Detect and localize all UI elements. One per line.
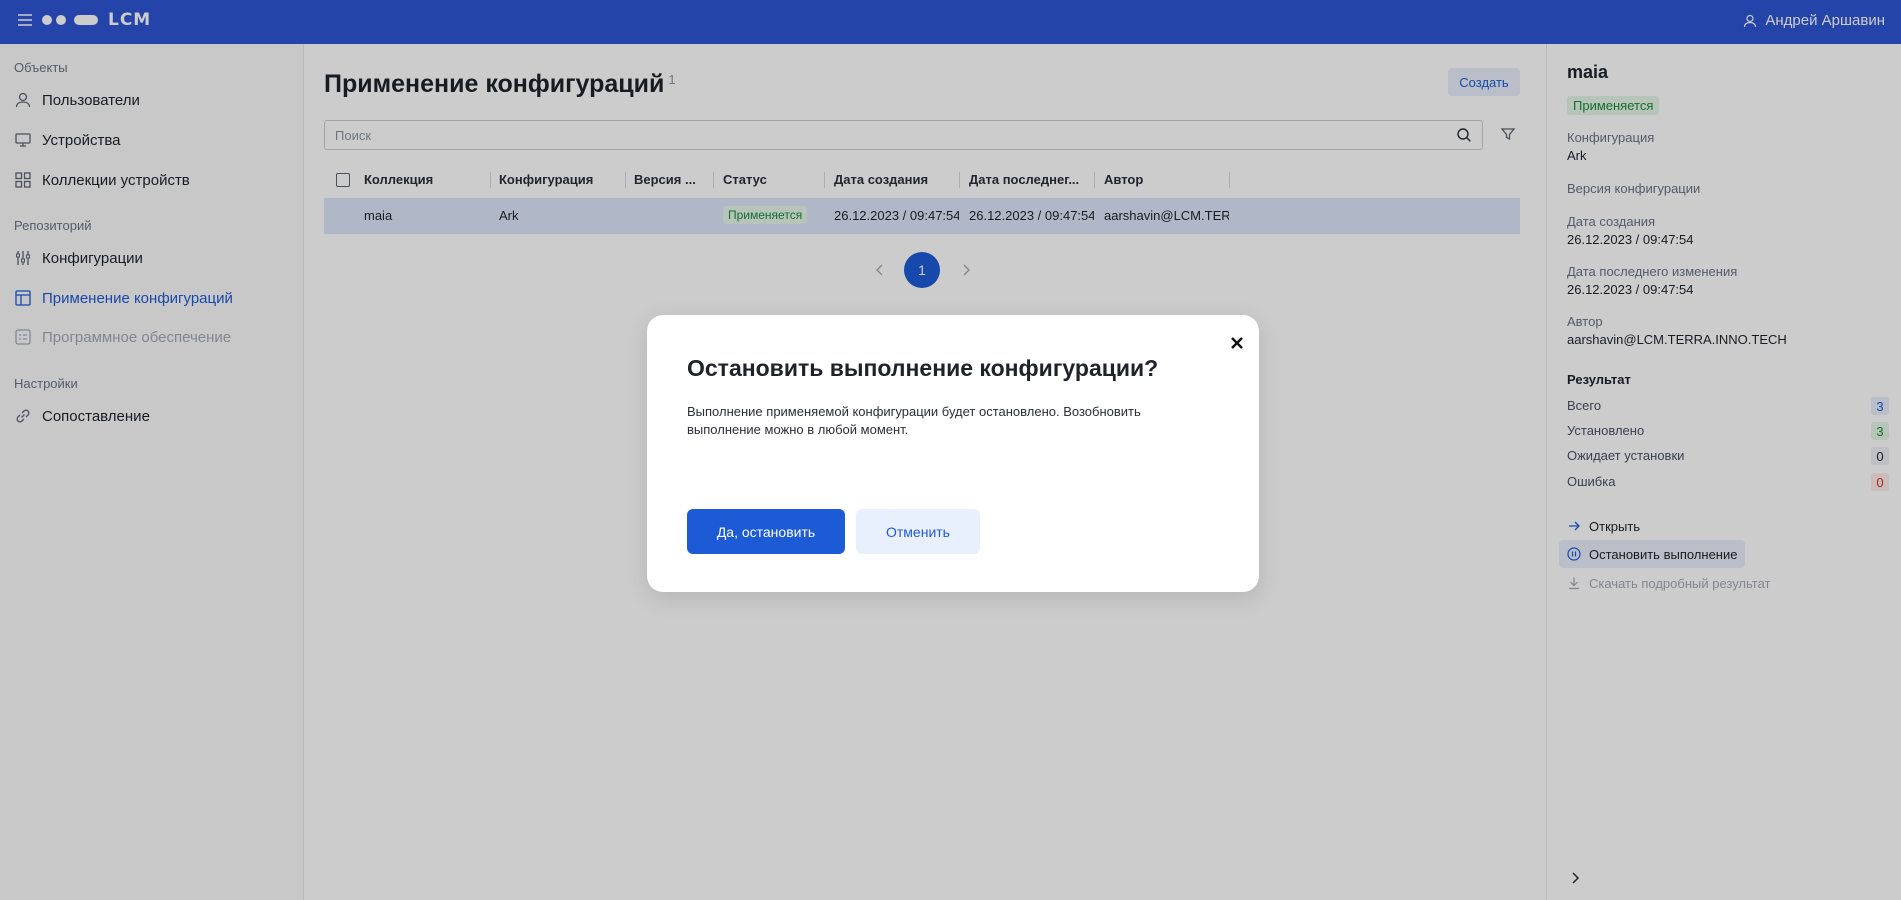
dialog-message: Выполнение применяемой конфигурации буде… [687, 404, 1141, 437]
dialog-title: Остановить выполнение конфигурации? [687, 355, 1159, 381]
stop-configuration-dialog: Остановить выполнение конфигурации? Выпо… [647, 315, 1259, 592]
close-icon[interactable] [1229, 335, 1245, 351]
cancel-button[interactable]: Отменить [856, 509, 980, 554]
confirm-stop-button[interactable]: Да, остановить [687, 509, 845, 554]
